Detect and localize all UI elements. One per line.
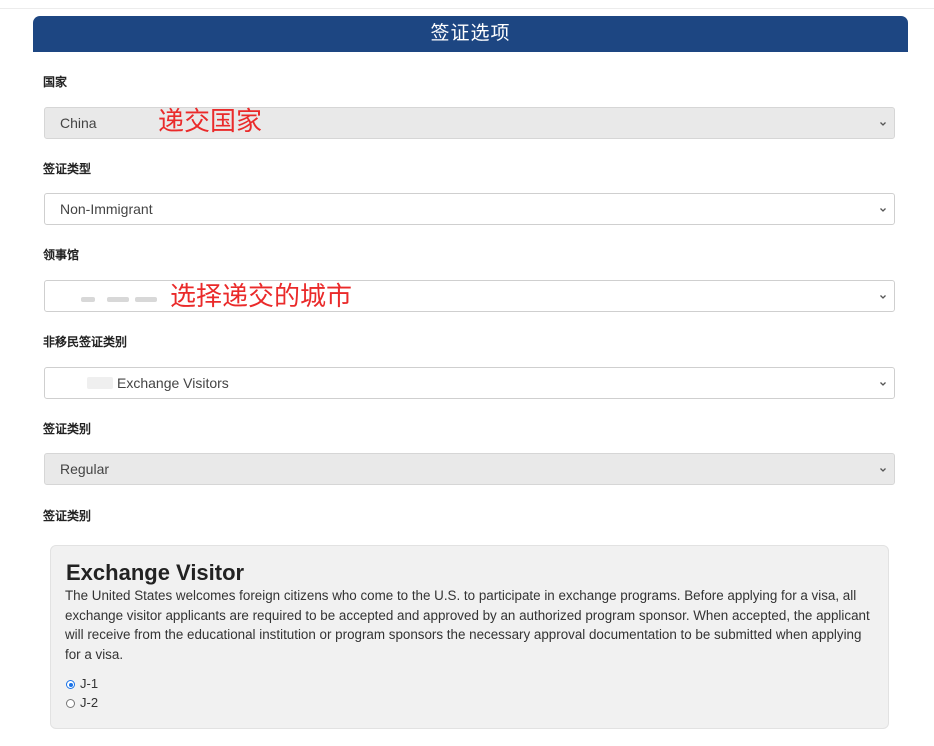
country-annotation: 递交国家 <box>158 107 263 137</box>
redacted-text <box>81 297 95 302</box>
visa-options-page: 签证选项 国家 China 递交国家 签证类型 Non-Immigrant 领事… <box>0 0 934 746</box>
visa-class-select[interactable]: Regular <box>44 453 895 485</box>
nonimmigrant-category-select[interactable]: Exchange Visitors <box>44 367 895 399</box>
chevron-down-icon <box>880 295 886 299</box>
section-header: 签证选项 <box>33 16 908 52</box>
visa-category-label: 签证类别 <box>43 509 92 523</box>
radio-selected-icon[interactable] <box>66 680 75 689</box>
card-description: The United States welcomes foreign citiz… <box>65 588 870 662</box>
country-value: China <box>60 115 97 131</box>
nonimmigrant-category-value: Exchange Visitors <box>117 375 229 391</box>
top-divider <box>0 8 934 9</box>
section-title: 签证选项 <box>430 23 511 44</box>
visa-class-label: 签证类别 <box>43 422 92 436</box>
redacted-text <box>107 297 129 302</box>
chevron-down-icon <box>880 468 886 472</box>
radio-label-j1: J-1 <box>80 676 99 691</box>
nonimmigrant-category-label: 非移民签证类别 <box>43 335 128 349</box>
chevron-down-icon <box>880 382 886 386</box>
redacted-text <box>87 377 113 389</box>
radio-option-j1[interactable]: J-1 <box>66 676 98 692</box>
card-title: Exchange Visitor <box>66 560 245 585</box>
consulate-label: 领事馆 <box>43 248 80 262</box>
redacted-text <box>135 297 157 302</box>
exchange-visitor-card: Exchange Visitor The United States welco… <box>50 545 889 729</box>
visa-class-value: Regular <box>60 461 110 477</box>
visa-type-value: Non-Immigrant <box>60 201 153 217</box>
country-label: 国家 <box>43 75 68 89</box>
chevron-down-icon <box>880 208 886 212</box>
chevron-down-icon <box>880 122 886 126</box>
visa-type-select[interactable]: Non-Immigrant <box>44 193 895 225</box>
visa-type-label: 签证类型 <box>43 162 92 176</box>
radio-unselected-icon[interactable] <box>66 699 75 708</box>
radio-label-j2: J-2 <box>80 695 99 710</box>
radio-option-j2[interactable]: J-2 <box>66 695 98 711</box>
consulate-annotation: 选择递交的城市 <box>170 282 353 312</box>
